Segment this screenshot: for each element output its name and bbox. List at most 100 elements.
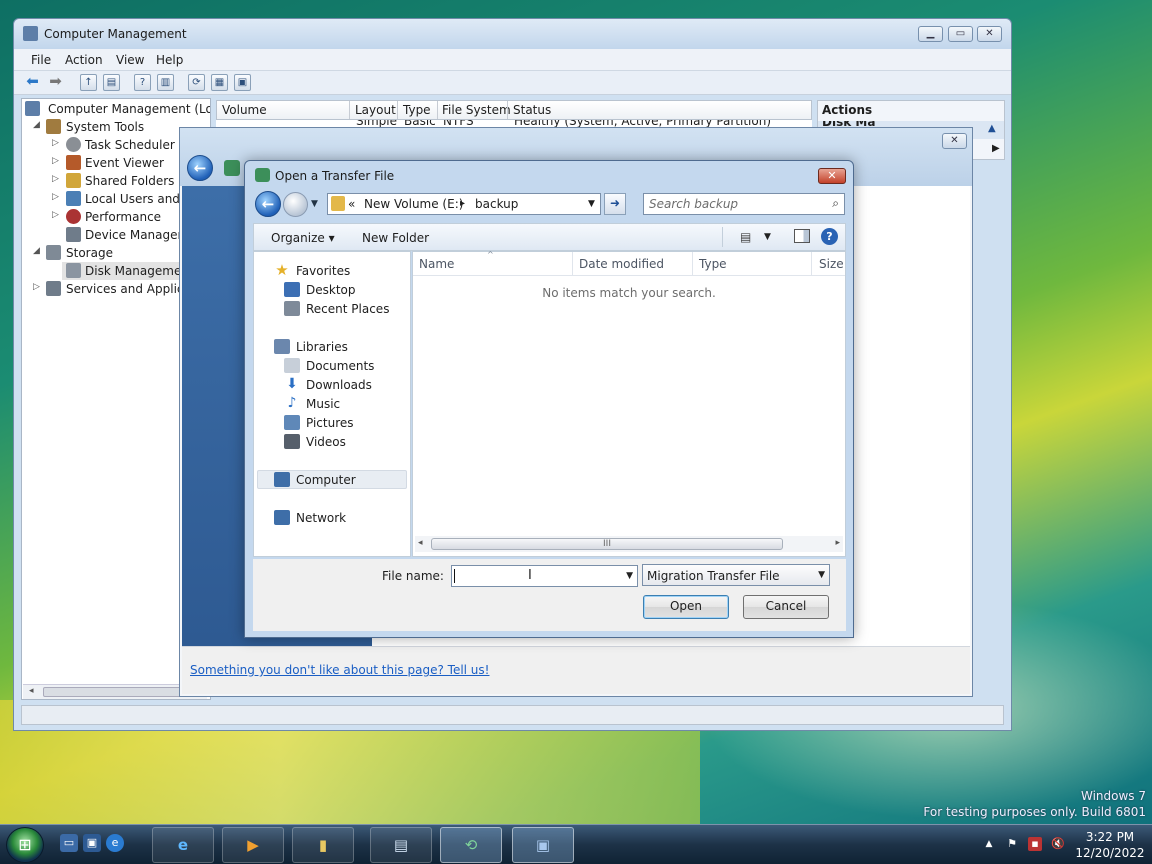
go-arrow-icon[interactable]: ➜ <box>604 193 626 215</box>
view-options-chevron-icon[interactable]: ▼ <box>764 232 771 242</box>
scroll-thumb[interactable]: III <box>431 538 783 550</box>
file-list-header: Name ^ Date modified Type Size <box>413 250 845 276</box>
scroll-left-icon[interactable]: ◂ <box>29 686 34 696</box>
search-box[interactable]: Search backup ⌕ <box>643 193 845 215</box>
nav-label: Libraries <box>296 340 348 354</box>
file-name-input[interactable]: Ι ▼ <box>451 565 638 587</box>
actions-title: Actions <box>822 103 873 117</box>
breadcrumb-new-volume[interactable]: New Volume (E:) <box>364 197 463 211</box>
column-name[interactable]: Name <box>419 257 454 271</box>
column-size[interactable]: Size <box>819 257 844 271</box>
column-type[interactable]: Type <box>403 103 431 117</box>
dialog-back-icon[interactable]: ← <box>255 191 281 217</box>
file-name-dropdown-icon[interactable]: ▼ <box>626 571 633 581</box>
scroll-left-icon[interactable]: ◂ <box>418 538 423 548</box>
column-layout[interactable]: Layout <box>355 103 396 117</box>
media-player-icon: ▶ <box>247 836 259 854</box>
show-desktop-icon[interactable]: ▭ <box>60 834 78 852</box>
show-hidden-icons-icon[interactable]: ▲ <box>982 837 996 851</box>
internet-explorer-quicklaunch-icon[interactable]: e <box>106 834 124 852</box>
cancel-button[interactable]: Cancel <box>743 595 829 619</box>
change-view-icon[interactable]: ▤ <box>740 230 751 244</box>
action-center-flag-icon[interactable]: ⚑ <box>1005 837 1019 851</box>
minimize-button[interactable]: ▁ <box>918 26 943 42</box>
address-bar[interactable]: « New Volume (E:) ▸ backup ▼ <box>327 193 601 215</box>
taskbar-media-player[interactable]: ▶ <box>222 827 284 863</box>
taskbar-window-1[interactable]: ▤ <box>370 827 432 863</box>
close-button[interactable]: ✕ <box>977 26 1002 42</box>
cm-title-bar[interactable]: Computer Management ▁ ▭ ✕ <box>14 19 1011 49</box>
column-volume[interactable]: Volume <box>222 103 267 117</box>
taskbar: ⊞ ▭ ▣ e e ▶ ▮ ▤ ⟲ ▣ ▲ ⚑ ▪ 🔇 3:22 PM 12/2… <box>0 824 1152 864</box>
nav-label: Favorites <box>296 264 351 278</box>
help-icon[interactable]: ? <box>821 228 838 245</box>
dialog-bottom-panel: File name: Ι ▼ Migration Transfer File ▼… <box>253 559 846 631</box>
start-button[interactable]: ⊞ <box>6 827 44 863</box>
breadcrumb-backup[interactable]: backup <box>475 197 518 211</box>
computer-management-icon <box>25 101 40 116</box>
dialog-forward-icon[interactable] <box>283 192 308 217</box>
file-list-horizontal-scrollbar[interactable]: ◂ III ▸ <box>415 536 843 552</box>
column-date-modified[interactable]: Date modified <box>579 257 664 271</box>
tree-expander-icon[interactable]: ▷ <box>52 156 62 166</box>
show-hide-action-pane-icon[interactable]: ▥ <box>157 74 174 91</box>
easy-transfer-icon: ⟲ <box>464 836 478 854</box>
switch-windows-icon[interactable]: ▣ <box>83 834 101 852</box>
collapse-up-icon[interactable]: ▲ <box>988 123 996 134</box>
star-icon: ★ <box>275 261 289 279</box>
refresh-icon[interactable]: ⟳ <box>188 74 205 91</box>
show-hide-tree-icon[interactable]: ▤ <box>103 74 120 91</box>
taskbar-easy-transfer[interactable]: ⟲ <box>440 827 502 863</box>
menu-action[interactable]: Action <box>65 53 103 67</box>
export-list-icon[interactable]: ▣ <box>234 74 251 91</box>
breadcrumb-overflow[interactable]: « <box>348 197 355 211</box>
tree-expander-icon[interactable]: ◢ <box>33 120 43 130</box>
tree-expander-icon[interactable]: ▷ <box>52 138 62 148</box>
feedback-link[interactable]: Something you don't like about this page… <box>190 663 489 677</box>
network-status-icon[interactable]: ▪ <box>1028 837 1042 851</box>
taskbar-library[interactable]: ▮ <box>292 827 354 863</box>
menu-help[interactable]: Help <box>156 53 183 67</box>
taskbar-internet-explorer[interactable]: e <box>152 827 214 863</box>
tree-expander-icon[interactable]: ▷ <box>52 192 62 202</box>
dialog-close-button[interactable]: ✕ <box>818 168 846 184</box>
column-file-system[interactable]: File System <box>442 103 511 117</box>
menu-view[interactable]: View <box>116 53 144 67</box>
scroll-thumb[interactable] <box>43 687 193 697</box>
taskbar-computer-management[interactable]: ▣ <box>512 827 574 863</box>
tree-expander-icon[interactable]: ◢ <box>33 246 43 256</box>
volume-muted-icon[interactable]: 🔇 <box>1051 837 1065 851</box>
back-arrow-icon[interactable]: ⬅ <box>24 74 41 91</box>
tree-item-computer-management[interactable]: Computer Management (Local <box>22 100 210 118</box>
tree-label: Event Viewer <box>85 156 164 170</box>
organize-button[interactable]: Organize ▾ <box>271 231 335 245</box>
dialog-title-bar[interactable]: Open a Transfer File ✕ <box>245 161 853 189</box>
column-type[interactable]: Type <box>699 257 727 271</box>
help-icon[interactable]: ? <box>134 74 151 91</box>
recent-pages-chevron-icon[interactable]: ▼ <box>311 199 318 209</box>
tree-label: Task Scheduler <box>85 138 175 152</box>
scroll-right-icon[interactable]: ▸ <box>835 538 840 548</box>
up-folder-icon[interactable]: ↑ <box>80 74 97 91</box>
preview-pane-icon[interactable] <box>794 229 810 243</box>
network-icon <box>274 510 290 525</box>
menu-file[interactable]: File <box>31 53 51 67</box>
open-button[interactable]: Open <box>643 595 729 619</box>
file-type-dropdown-icon[interactable]: ▼ <box>818 570 825 580</box>
address-dropdown-icon[interactable]: ▼ <box>588 199 595 209</box>
column-status[interactable]: Status <box>513 103 551 117</box>
maximize-button[interactable]: ▭ <box>948 26 973 42</box>
tree-expander-icon[interactable]: ▷ <box>52 174 62 184</box>
new-folder-button[interactable]: New Folder <box>362 231 429 245</box>
clock[interactable]: 3:22 PM 12/20/2022 <box>1072 829 1148 861</box>
search-icon[interactable]: ⌕ <box>832 196 839 211</box>
tree-expander-icon[interactable]: ▷ <box>33 282 43 292</box>
breadcrumb-separator[interactable]: ▸ <box>460 198 465 209</box>
file-type-select[interactable]: Migration Transfer File ▼ <box>642 564 830 586</box>
easy-transfer-back-icon[interactable]: ← <box>187 155 213 181</box>
easy-transfer-close-button[interactable]: ✕ <box>942 133 967 149</box>
tree-expander-icon[interactable]: ▷ <box>52 210 62 220</box>
forward-arrow-icon[interactable]: ➡ <box>47 74 64 91</box>
properties-icon[interactable]: ▦ <box>211 74 228 91</box>
expand-right-icon[interactable]: ▶ <box>992 143 1000 154</box>
